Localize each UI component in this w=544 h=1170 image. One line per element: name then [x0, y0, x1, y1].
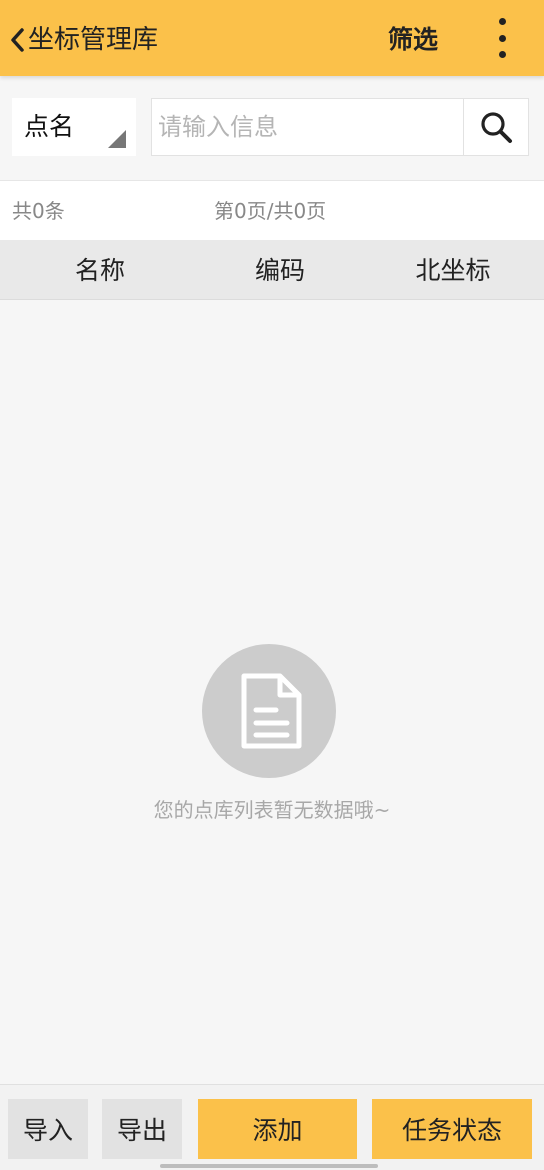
document-icon — [241, 673, 302, 749]
pagination-info: 共0条 第0页/共0页 — [0, 180, 544, 240]
column-header-north[interactable]: 北坐标 — [393, 254, 513, 288]
dropdown-triangle-icon — [108, 130, 126, 148]
search-type-label: 点名 — [24, 112, 75, 141]
page-indicator: 第0页/共0页 — [214, 199, 327, 223]
home-indicator — [160, 1164, 378, 1168]
filter-button[interactable]: 筛选 — [388, 22, 438, 58]
add-button[interactable]: 添加 — [198, 1099, 357, 1159]
search-type-select[interactable]: 点名 — [12, 98, 136, 156]
total-count: 共0条 — [12, 199, 65, 223]
page-title: 坐标管理库 — [28, 25, 159, 55]
search-button[interactable] — [463, 99, 528, 155]
column-header-code[interactable]: 编码 — [220, 254, 340, 288]
app-header: 坐标管理库 筛选 — [0, 0, 544, 76]
more-dot — [498, 34, 506, 42]
search-icon — [481, 112, 512, 143]
task-status-button[interactable]: 任务状态 — [372, 1099, 532, 1159]
more-menu-button[interactable] — [488, 16, 516, 60]
bottom-action-bar: 导入 导出 添加 任务状态 — [0, 1084, 544, 1170]
chevron-left-icon — [11, 28, 24, 52]
search-box — [151, 98, 529, 156]
table-header: 名称 编码 北坐标 — [0, 240, 544, 300]
empty-state-message: 您的点库列表暂无数据哦~ — [153, 798, 391, 822]
search-input[interactable] — [152, 99, 464, 155]
more-dot — [498, 51, 506, 58]
empty-state-icon — [202, 644, 336, 778]
import-button[interactable]: 导入 — [8, 1099, 88, 1159]
search-row: 点名 — [0, 84, 544, 172]
back-button[interactable] — [4, 20, 30, 60]
export-button[interactable]: 导出 — [102, 1099, 182, 1159]
more-vertical-icon — [498, 18, 506, 25]
column-header-name[interactable]: 名称 — [40, 254, 160, 288]
